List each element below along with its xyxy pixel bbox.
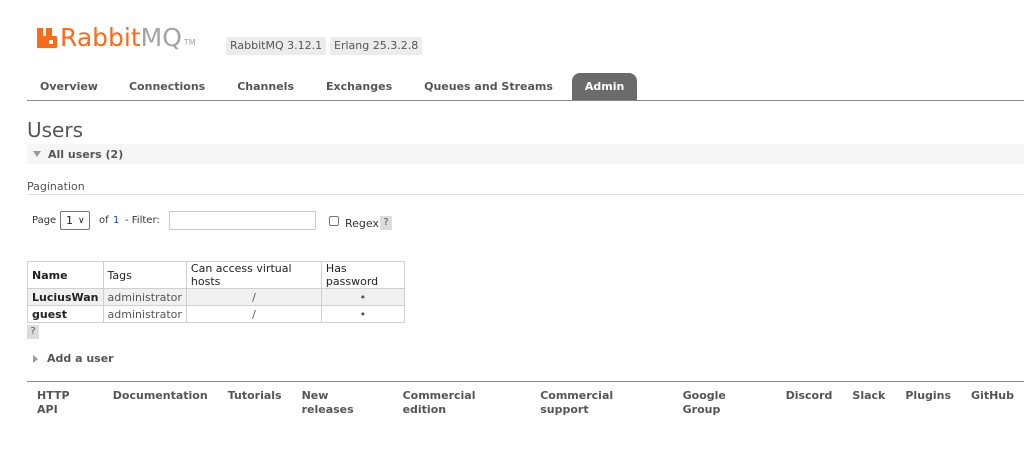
footer-link-github[interactable]: GitHub <box>961 389 1024 417</box>
pagination-heading: Pagination <box>27 180 85 193</box>
footer-link-commercial-edition[interactable]: Commercial edition <box>393 389 531 417</box>
col-header-name[interactable]: Name <box>27 261 104 289</box>
user-name-link[interactable]: LuciusWan <box>27 288 104 306</box>
col-header-tags[interactable]: Tags <box>102 261 187 289</box>
all-users-section-toggle[interactable]: All users (2) <box>27 144 1024 164</box>
footer-link-discord[interactable]: Discord <box>776 389 843 417</box>
add-user-label: Add a user <box>47 352 114 365</box>
total-pages: 1 <box>113 215 120 226</box>
tab-exchanges[interactable]: Exchanges <box>313 73 405 101</box>
table-header-row: Name Tags Can access virtual hosts Has p… <box>27 261 405 289</box>
rabbitmq-logo-icon <box>37 28 57 48</box>
table-row: LuciusWan administrator / • <box>27 288 405 306</box>
footer-links: HTTP API Documentation Tutorials New rel… <box>27 389 1024 417</box>
add-user-section-toggle[interactable]: Add a user <box>33 352 114 365</box>
footer-link-new-releases[interactable]: New releases <box>292 389 393 417</box>
collapse-arrow-icon <box>33 151 41 157</box>
user-has-password: • <box>320 288 405 306</box>
of-label: of <box>99 215 109 226</box>
chevron-down-icon: ∨ <box>78 215 85 226</box>
table-row: guest administrator / • <box>27 305 405 323</box>
regex-checkbox[interactable] <box>329 216 339 226</box>
logo-wordmark: RabbitMQ <box>60 23 182 52</box>
tab-admin[interactable]: Admin <box>571 73 638 101</box>
user-tags: administrator <box>102 288 187 306</box>
logo-trademark: TM <box>183 38 196 47</box>
page-label: Page <box>32 215 57 226</box>
all-users-label: All users (2) <box>48 147 124 161</box>
footer-link-commercial-support[interactable]: Commercial support <box>530 389 672 417</box>
page-select-value: 1 <box>66 214 73 227</box>
regex-label: Regex <box>345 217 379 230</box>
footer-link-http-api[interactable]: HTTP API <box>27 389 103 417</box>
col-header-has-password[interactable]: Has password <box>320 261 405 289</box>
footer-link-google-group[interactable]: Google Group <box>673 389 776 417</box>
pagination-divider <box>27 194 1024 195</box>
footer-link-slack[interactable]: Slack <box>842 389 895 417</box>
tab-channels[interactable]: Channels <box>224 73 307 101</box>
rabbitmq-logo[interactable]: RabbitMQ TM <box>37 23 196 53</box>
users-table: Name Tags Can access virtual hosts Has p… <box>27 261 405 323</box>
user-vhosts: / <box>185 305 322 323</box>
filter-input[interactable] <box>169 211 316 230</box>
tab-overview[interactable]: Overview <box>27 73 111 101</box>
page-select[interactable]: 1 ∨ <box>60 211 90 230</box>
filter-label: - Filter: <box>125 215 160 226</box>
user-has-password: • <box>320 305 405 323</box>
columns-help-button[interactable]: ? <box>27 325 39 339</box>
user-tags: administrator <box>102 305 187 323</box>
page-title: Users <box>27 118 84 142</box>
regex-help-button[interactable]: ? <box>380 216 392 230</box>
footer-divider <box>27 381 1024 382</box>
erlang-version-badge: Erlang 25.3.2.8 <box>330 37 423 55</box>
tab-queues-and-streams[interactable]: Queues and Streams <box>411 73 566 101</box>
rabbitmq-version-badge: RabbitMQ 3.12.1 <box>226 37 327 55</box>
footer-link-tutorials[interactable]: Tutorials <box>218 389 292 417</box>
main-nav-tabs: Overview Connections Channels Exchanges … <box>27 73 638 101</box>
footer-link-plugins[interactable]: Plugins <box>895 389 961 417</box>
user-name-link[interactable]: guest <box>27 305 104 323</box>
col-header-vhosts[interactable]: Can access virtual hosts <box>185 261 322 289</box>
user-vhosts: / <box>185 288 322 306</box>
tabs-divider <box>27 100 1024 101</box>
expand-arrow-icon <box>33 354 38 363</box>
tab-connections[interactable]: Connections <box>116 73 218 101</box>
footer-link-documentation[interactable]: Documentation <box>103 389 218 417</box>
